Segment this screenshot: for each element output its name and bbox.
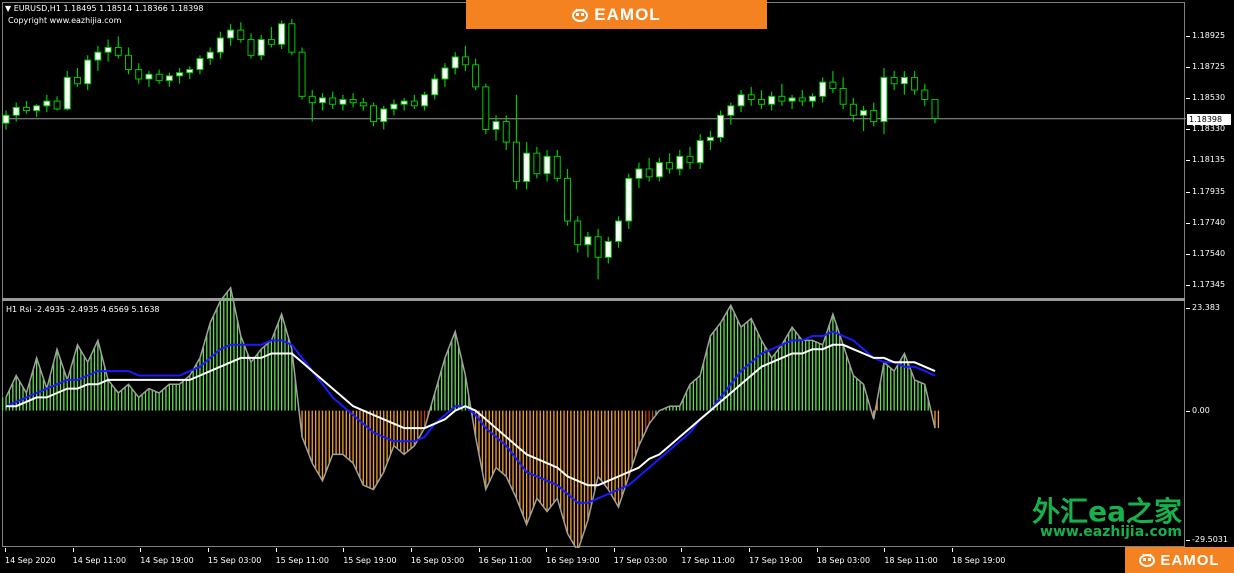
watermark-url: www.eazhijia.com [1040,524,1182,540]
copyright-text: Copyright www.eazhijia.com [8,16,122,25]
rsi-line [5,285,936,548]
price-tick [1186,35,1190,37]
time-axis[interactable]: 14 Sep 2020 14 Sep 11:00 14 Sep 19:00 15 Se… [0,548,1234,573]
time-axis-label: 15 Sep 11:00 [275,556,329,565]
price-axis[interactable]: 1.18925 1.18725 1.18530 1.18330 1.18135 1.179… [1186,0,1234,300]
price-axis-label: 1.18725 [1192,62,1226,72]
time-tick [749,548,751,552]
price-tick [1186,97,1190,99]
time-axis-label: 14 Sep 11:00 [72,556,127,565]
price-tick [1186,222,1190,224]
price-axis-label: 1.18925 [1192,30,1226,40]
time-tick [816,548,818,552]
time-axis-label: 16 Sep 11:00 [478,556,532,565]
price-axis-label: 1.18135 [1192,155,1226,165]
time-tick [5,548,6,552]
price-tick [1186,254,1190,256]
price-axis-label: 1.17540 [1192,249,1226,259]
time-tick [884,548,886,552]
price-axis-label: 1.18330 [1192,124,1226,134]
dropdown-arrow-icon[interactable]: ▼ [5,4,11,13]
top-banner[interactable]: EAMOL [466,0,767,29]
time-axis-label: 18 Sep 19:00 [952,556,1006,565]
price-axis-label: 1.17740 [1192,217,1226,227]
time-tick [140,548,142,552]
indicator-axis-label: 0.00 [1192,405,1210,415]
indicator-pane[interactable] [0,0,1186,548]
chart-window[interactable]: ▼ EURUSD,H1 1.18495 1.18514 1.18366 1.18… [0,0,1234,573]
time-axis-label: 18 Sep 03:00 [816,556,871,565]
time-tick [275,548,277,552]
current-price-tag: 1.18398 [1187,113,1231,125]
time-tick [952,548,953,552]
time-axis-label: 14 Sep 19:00 [140,556,194,565]
time-tick [546,548,548,552]
bottom-banner[interactable]: EAMOL [1125,547,1234,573]
price-axis-label: 1.17345 [1192,279,1226,289]
time-tick [613,548,615,552]
time-axis-label: 14 Sep 2020 [5,556,56,565]
bottom-banner-text: EAMOL [1160,551,1220,569]
indicator-header: H1 Rsi -2.4935 -2.4935 4.6569 5.1638 [6,305,160,314]
time-axis-label: 16 Sep 03:00 [410,556,465,565]
time-axis-label: 15 Sep 03:00 [207,556,262,565]
time-axis-label: 18 Sep 11:00 [884,556,938,565]
time-axis-label: 16 Sep 19:00 [546,556,600,565]
time-axis-label: 17 Sep 19:00 [749,556,803,565]
price-tick [1186,160,1190,162]
price-axis-label: 1.18530 [1192,92,1226,102]
indicator-tick [1186,308,1190,309]
time-tick [478,548,480,552]
eamol-logo-icon [1139,553,1156,567]
price-tick [1186,129,1190,131]
time-axis-label: 15 Sep 19:00 [343,556,397,565]
symbol-header-text: EURUSD,H1 1.18495 1.18514 1.18366 1.1839… [13,4,204,13]
indicator-tick [1186,410,1190,412]
time-axis-label: 17 Sep 03:00 [613,556,668,565]
price-tick [1186,284,1190,286]
indicator-axis[interactable]: 23.383 0.00 -29.5031 [1186,300,1234,548]
price-tick [1186,67,1190,69]
time-tick [72,548,74,552]
symbol-header: ▼ EURUSD,H1 1.18495 1.18514 1.18366 1.18… [5,4,203,13]
time-tick [207,548,209,552]
top-banner-text: EAMOL [594,4,661,24]
time-tick [343,548,345,552]
indicator-axis-label: 23.383 [1192,303,1220,312]
eamol-logo-icon [572,7,589,22]
indicator-axis-label: -29.5031 [1192,535,1228,544]
watermark: 外汇ea之家 www.eazhijia.com [1030,490,1190,545]
time-tick [681,548,683,552]
price-tick [1186,191,1190,193]
price-axis-label: 1.17935 [1192,186,1226,196]
time-tick [410,548,412,552]
time-axis-label: 17 Sep 11:00 [681,556,735,565]
